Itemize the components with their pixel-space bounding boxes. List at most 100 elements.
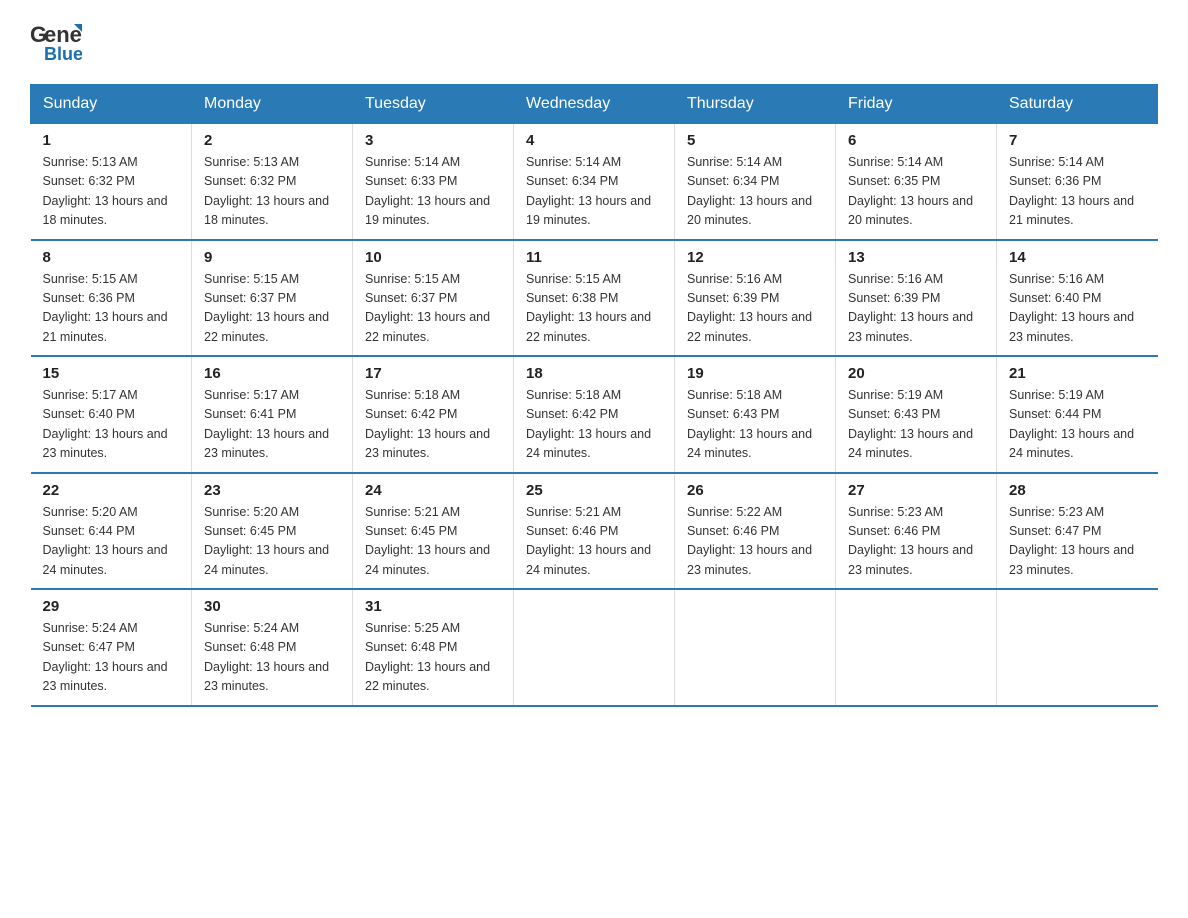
day-info: Sunrise: 5:18 AM Sunset: 6:42 PM Dayligh… (365, 386, 501, 464)
calendar-cell: 24 Sunrise: 5:21 AM Sunset: 6:45 PM Dayl… (353, 473, 514, 590)
day-info: Sunrise: 5:19 AM Sunset: 6:44 PM Dayligh… (1009, 386, 1146, 464)
day-info: Sunrise: 5:17 AM Sunset: 6:40 PM Dayligh… (43, 386, 180, 464)
calendar-cell: 26 Sunrise: 5:22 AM Sunset: 6:46 PM Dayl… (675, 473, 836, 590)
calendar-cell: 31 Sunrise: 5:25 AM Sunset: 6:48 PM Dayl… (353, 589, 514, 706)
calendar-cell: 16 Sunrise: 5:17 AM Sunset: 6:41 PM Dayl… (192, 356, 353, 473)
week-row-3: 15 Sunrise: 5:17 AM Sunset: 6:40 PM Dayl… (31, 356, 1158, 473)
day-info: Sunrise: 5:14 AM Sunset: 6:35 PM Dayligh… (848, 153, 984, 231)
day-info: Sunrise: 5:13 AM Sunset: 6:32 PM Dayligh… (204, 153, 340, 231)
day-number: 7 (1009, 132, 1146, 149)
day-info: Sunrise: 5:15 AM Sunset: 6:38 PM Dayligh… (526, 270, 662, 348)
calendar-cell: 25 Sunrise: 5:21 AM Sunset: 6:46 PM Dayl… (514, 473, 675, 590)
calendar-cell: 30 Sunrise: 5:24 AM Sunset: 6:48 PM Dayl… (192, 589, 353, 706)
calendar-cell: 23 Sunrise: 5:20 AM Sunset: 6:45 PM Dayl… (192, 473, 353, 590)
weekday-header-sunday: Sunday (31, 85, 192, 124)
day-number: 1 (43, 132, 180, 149)
weekday-header-wednesday: Wednesday (514, 85, 675, 124)
day-number: 16 (204, 365, 340, 382)
day-number: 18 (526, 365, 662, 382)
calendar-cell: 9 Sunrise: 5:15 AM Sunset: 6:37 PM Dayli… (192, 240, 353, 357)
day-number: 26 (687, 482, 823, 499)
calendar-cell: 17 Sunrise: 5:18 AM Sunset: 6:42 PM Dayl… (353, 356, 514, 473)
day-number: 22 (43, 482, 180, 499)
day-info: Sunrise: 5:15 AM Sunset: 6:37 PM Dayligh… (365, 270, 501, 348)
day-number: 30 (204, 598, 340, 615)
day-number: 27 (848, 482, 984, 499)
calendar-cell: 8 Sunrise: 5:15 AM Sunset: 6:36 PM Dayli… (31, 240, 192, 357)
day-number: 2 (204, 132, 340, 149)
day-number: 25 (526, 482, 662, 499)
day-info: Sunrise: 5:23 AM Sunset: 6:47 PM Dayligh… (1009, 503, 1146, 581)
weekday-header-tuesday: Tuesday (353, 85, 514, 124)
day-number: 17 (365, 365, 501, 382)
day-info: Sunrise: 5:21 AM Sunset: 6:46 PM Dayligh… (526, 503, 662, 581)
weekday-header-monday: Monday (192, 85, 353, 124)
day-info: Sunrise: 5:14 AM Sunset: 6:34 PM Dayligh… (687, 153, 823, 231)
day-info: Sunrise: 5:13 AM Sunset: 6:32 PM Dayligh… (43, 153, 180, 231)
day-info: Sunrise: 5:23 AM Sunset: 6:46 PM Dayligh… (848, 503, 984, 581)
day-number: 28 (1009, 482, 1146, 499)
day-info: Sunrise: 5:17 AM Sunset: 6:41 PM Dayligh… (204, 386, 340, 464)
day-number: 10 (365, 249, 501, 266)
weekday-header-thursday: Thursday (675, 85, 836, 124)
calendar-cell: 29 Sunrise: 5:24 AM Sunset: 6:47 PM Dayl… (31, 589, 192, 706)
day-number: 6 (848, 132, 984, 149)
day-number: 23 (204, 482, 340, 499)
day-number: 29 (43, 598, 180, 615)
week-row-2: 8 Sunrise: 5:15 AM Sunset: 6:36 PM Dayli… (31, 240, 1158, 357)
calendar-cell: 2 Sunrise: 5:13 AM Sunset: 6:32 PM Dayli… (192, 124, 353, 240)
calendar-cell: 22 Sunrise: 5:20 AM Sunset: 6:44 PM Dayl… (31, 473, 192, 590)
day-number: 4 (526, 132, 662, 149)
calendar-cell: 14 Sunrise: 5:16 AM Sunset: 6:40 PM Dayl… (997, 240, 1158, 357)
day-info: Sunrise: 5:16 AM Sunset: 6:39 PM Dayligh… (848, 270, 984, 348)
day-number: 31 (365, 598, 501, 615)
day-number: 5 (687, 132, 823, 149)
calendar-cell: 1 Sunrise: 5:13 AM Sunset: 6:32 PM Dayli… (31, 124, 192, 240)
calendar-cell: 13 Sunrise: 5:16 AM Sunset: 6:39 PM Dayl… (836, 240, 997, 357)
day-info: Sunrise: 5:25 AM Sunset: 6:48 PM Dayligh… (365, 619, 501, 697)
weekday-header-friday: Friday (836, 85, 997, 124)
day-number: 3 (365, 132, 501, 149)
day-number: 15 (43, 365, 180, 382)
calendar-cell: 12 Sunrise: 5:16 AM Sunset: 6:39 PM Dayl… (675, 240, 836, 357)
day-number: 8 (43, 249, 180, 266)
calendar-cell: 3 Sunrise: 5:14 AM Sunset: 6:33 PM Dayli… (353, 124, 514, 240)
calendar-cell: 5 Sunrise: 5:14 AM Sunset: 6:34 PM Dayli… (675, 124, 836, 240)
day-info: Sunrise: 5:24 AM Sunset: 6:47 PM Dayligh… (43, 619, 180, 697)
weekday-header-row: SundayMondayTuesdayWednesdayThursdayFrid… (31, 85, 1158, 124)
week-row-5: 29 Sunrise: 5:24 AM Sunset: 6:47 PM Dayl… (31, 589, 1158, 706)
day-info: Sunrise: 5:16 AM Sunset: 6:40 PM Dayligh… (1009, 270, 1146, 348)
day-number: 21 (1009, 365, 1146, 382)
day-info: Sunrise: 5:20 AM Sunset: 6:45 PM Dayligh… (204, 503, 340, 581)
day-info: Sunrise: 5:16 AM Sunset: 6:39 PM Dayligh… (687, 270, 823, 348)
day-info: Sunrise: 5:14 AM Sunset: 6:36 PM Dayligh… (1009, 153, 1146, 231)
calendar-cell: 18 Sunrise: 5:18 AM Sunset: 6:42 PM Dayl… (514, 356, 675, 473)
calendar-cell: 15 Sunrise: 5:17 AM Sunset: 6:40 PM Dayl… (31, 356, 192, 473)
weekday-header-saturday: Saturday (997, 85, 1158, 124)
calendar-cell: 11 Sunrise: 5:15 AM Sunset: 6:38 PM Dayl… (514, 240, 675, 357)
day-info: Sunrise: 5:24 AM Sunset: 6:48 PM Dayligh… (204, 619, 340, 697)
day-info: Sunrise: 5:18 AM Sunset: 6:42 PM Dayligh… (526, 386, 662, 464)
day-number: 20 (848, 365, 984, 382)
week-row-1: 1 Sunrise: 5:13 AM Sunset: 6:32 PM Dayli… (31, 124, 1158, 240)
calendar-cell: 27 Sunrise: 5:23 AM Sunset: 6:46 PM Dayl… (836, 473, 997, 590)
calendar-cell: 6 Sunrise: 5:14 AM Sunset: 6:35 PM Dayli… (836, 124, 997, 240)
day-info: Sunrise: 5:15 AM Sunset: 6:37 PM Dayligh… (204, 270, 340, 348)
calendar-cell (836, 589, 997, 706)
calendar-cell: 7 Sunrise: 5:14 AM Sunset: 6:36 PM Dayli… (997, 124, 1158, 240)
calendar-cell (675, 589, 836, 706)
calendar-cell: 19 Sunrise: 5:18 AM Sunset: 6:43 PM Dayl… (675, 356, 836, 473)
day-info: Sunrise: 5:15 AM Sunset: 6:36 PM Dayligh… (43, 270, 180, 348)
calendar-cell: 4 Sunrise: 5:14 AM Sunset: 6:34 PM Dayli… (514, 124, 675, 240)
day-number: 11 (526, 249, 662, 266)
calendar-cell: 20 Sunrise: 5:19 AM Sunset: 6:43 PM Dayl… (836, 356, 997, 473)
logo: G eneral Blue (30, 20, 82, 64)
calendar-cell (514, 589, 675, 706)
day-number: 14 (1009, 249, 1146, 266)
calendar-cell: 21 Sunrise: 5:19 AM Sunset: 6:44 PM Dayl… (997, 356, 1158, 473)
day-info: Sunrise: 5:18 AM Sunset: 6:43 PM Dayligh… (687, 386, 823, 464)
logo-svg: G eneral Blue (30, 20, 82, 64)
day-info: Sunrise: 5:19 AM Sunset: 6:43 PM Dayligh… (848, 386, 984, 464)
day-number: 24 (365, 482, 501, 499)
day-number: 9 (204, 249, 340, 266)
